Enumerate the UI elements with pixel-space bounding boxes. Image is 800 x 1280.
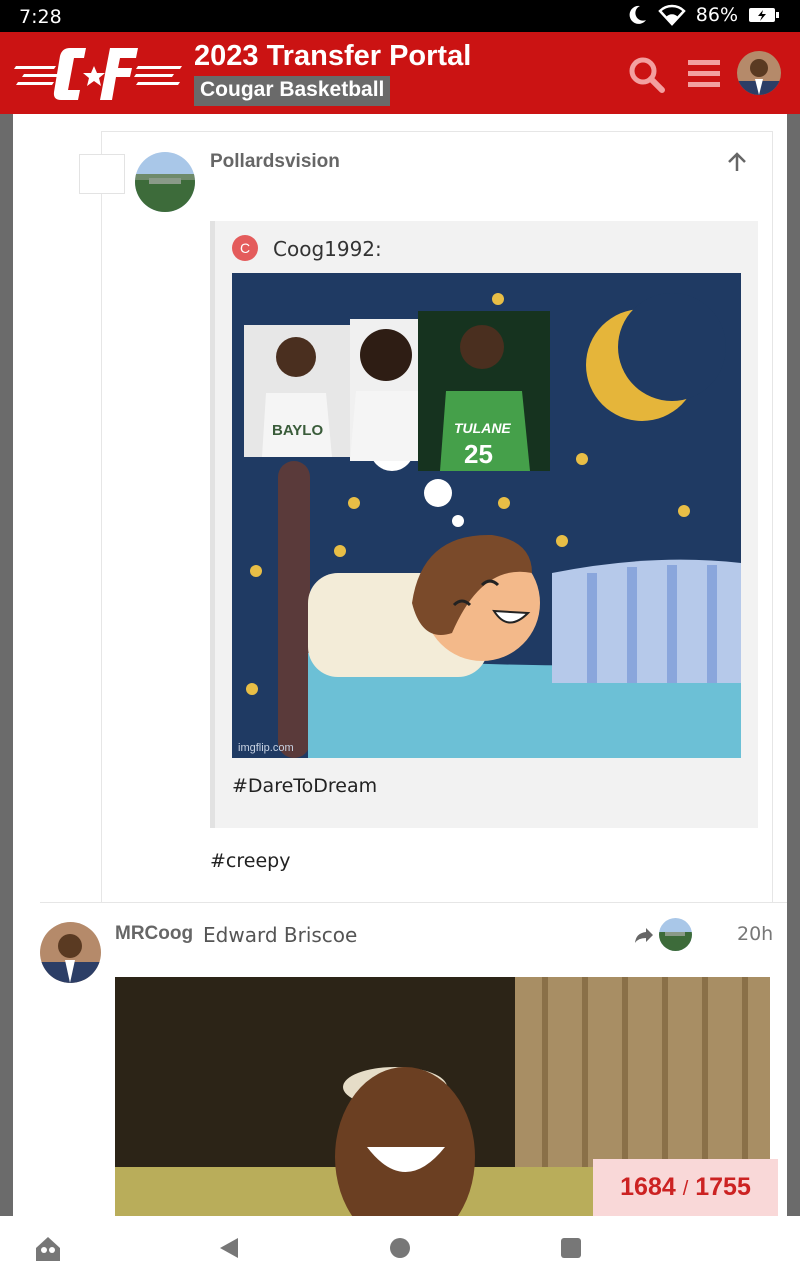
hamburger-menu-icon[interactable] bbox=[686, 56, 722, 92]
moon-icon bbox=[629, 5, 646, 24]
status-icons: 86% bbox=[626, 4, 780, 26]
post-username[interactable]: Pollardsvision bbox=[210, 151, 340, 173]
back-icon[interactable] bbox=[218, 1236, 242, 1260]
app-header: 2023 Transfer Portal Cougar Basketball bbox=[0, 32, 800, 114]
meme-image[interactable]: BAYLO TULANE 25 imgflip.com bbox=[232, 273, 741, 758]
quote-block: C Coog1992: BAYLO TULANE 25 imgflip.com … bbox=[210, 221, 758, 828]
battery-charging-icon bbox=[749, 8, 779, 22]
jersey-text-tulane: TULANE bbox=[454, 420, 511, 436]
post-timestamp[interactable]: 20h bbox=[737, 923, 773, 945]
reply-to-icon[interactable] bbox=[633, 924, 655, 946]
post-body-text: #creepy bbox=[210, 850, 291, 872]
topic-title[interactable]: 2023 Transfer Portal bbox=[194, 40, 471, 73]
post-author-avatar[interactable] bbox=[40, 922, 101, 983]
user-avatar[interactable] bbox=[737, 51, 781, 95]
category-badge[interactable]: Cougar Basketball bbox=[194, 76, 391, 106]
kids-space-icon[interactable] bbox=[33, 1234, 63, 1264]
recents-icon[interactable] bbox=[559, 1236, 583, 1260]
home-icon[interactable] bbox=[388, 1236, 412, 1260]
post-author-avatar[interactable] bbox=[135, 152, 195, 212]
search-icon[interactable] bbox=[626, 54, 666, 94]
image-watermark: imgflip.com bbox=[238, 742, 294, 754]
status-time: 7:28 bbox=[19, 6, 62, 28]
wifi-icon bbox=[658, 4, 686, 26]
battery-percent: 86% bbox=[695, 4, 738, 26]
progress-total: 1755 bbox=[695, 1173, 751, 1201]
post-select-checkbox[interactable] bbox=[79, 154, 125, 194]
post-username[interactable]: MRCoog bbox=[115, 923, 193, 945]
quote-text: #DareToDream bbox=[232, 775, 378, 797]
progress-current: 1684 bbox=[620, 1173, 676, 1201]
post-progress-counter[interactable]: 1684 / 1755 bbox=[593, 1159, 778, 1216]
quote-author-avatar[interactable]: C bbox=[232, 235, 258, 261]
quote-author[interactable]: Coog1992: bbox=[273, 237, 382, 261]
post-full-name: Edward Briscoe bbox=[203, 923, 358, 947]
arrow-up-icon[interactable] bbox=[725, 150, 749, 174]
site-logo[interactable] bbox=[14, 42, 184, 106]
reply-to-avatar[interactable] bbox=[659, 918, 692, 951]
jersey-number: 25 bbox=[464, 439, 493, 469]
jersey-text-baylor: BAYLO bbox=[272, 422, 323, 439]
topic-stream: Pollardsvision C Coog1992: BAYLO TULANE … bbox=[13, 114, 787, 1216]
progress-separator: / bbox=[682, 1178, 689, 1200]
system-nav-bar bbox=[0, 1216, 800, 1280]
post-divider bbox=[40, 902, 787, 903]
status-bar: 7:28 86% bbox=[0, 0, 800, 32]
